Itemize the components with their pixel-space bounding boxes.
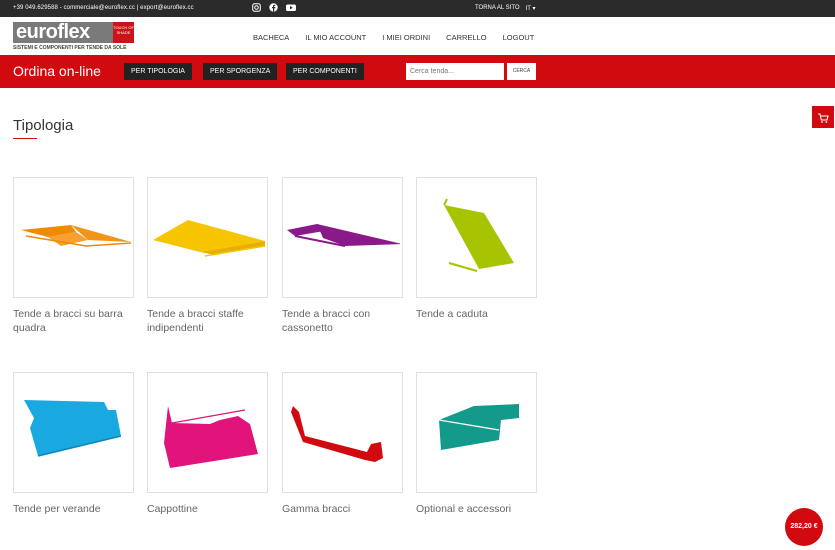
instagram-icon[interactable]	[252, 3, 261, 12]
accessories-illustration	[438, 403, 519, 450]
logo-wordmark: euroflex	[13, 22, 113, 43]
category-label[interactable]: Tende a caduta	[416, 307, 537, 321]
category-card[interactable]: Cappottine	[147, 372, 268, 516]
logo-tagline: SISTEMI E COMPONENTI PER TENDE DA SOLE	[13, 45, 127, 51]
category-image[interactable]	[13, 372, 134, 493]
nav-logout[interactable]: LOGOUT	[503, 33, 535, 42]
header: euroflex TOUCH OF SHADE SISTEMI E COMPON…	[0, 17, 835, 55]
top-bar: +39 049.629588 - commerciale@euroflex.cc…	[0, 0, 835, 17]
category-card[interactable]: Tende a bracci staffe indipendenti	[147, 177, 268, 335]
category-image[interactable]	[13, 177, 134, 298]
youtube-icon[interactable]	[286, 3, 296, 12]
awning-bar-illustration	[21, 224, 131, 247]
category-label[interactable]: Cappottine	[147, 502, 268, 516]
main-nav: BACHECA IL MIO ACCOUNT I MIEI ORDINI CAR…	[253, 33, 550, 42]
drop-awning-illustration	[443, 198, 514, 272]
social-links	[252, 3, 296, 12]
order-bar: Ordina on-line PER TIPOLOGIA PER SPORGEN…	[0, 55, 835, 88]
category-label[interactable]: Tende per verande	[13, 502, 134, 516]
category-image[interactable]	[282, 372, 403, 493]
canopy-illustration	[164, 405, 258, 468]
nav-cart[interactable]: CARRELLO	[446, 33, 486, 42]
by-projection-button[interactable]: PER SPORGENZA	[203, 63, 278, 80]
top-right-links: TORNA AL SITO IT ▾	[475, 5, 535, 12]
search-input[interactable]	[406, 63, 504, 80]
category-label[interactable]: Gamma bracci	[282, 502, 403, 516]
by-components-button[interactable]: PER COMPONENTI	[286, 63, 364, 80]
veranda-awning-illustration	[24, 399, 122, 457]
category-label[interactable]: Optional e accessori	[416, 502, 537, 516]
title-underline	[13, 138, 37, 139]
category-image[interactable]	[147, 372, 268, 493]
category-image[interactable]	[147, 177, 268, 298]
order-online-title: Ordina on-line	[13, 63, 101, 79]
arms-range-illustration	[291, 405, 383, 462]
nav-my-orders[interactable]: I MIEI ORDINI	[382, 33, 430, 42]
cart-icon	[817, 111, 829, 129]
awning-brackets-illustration	[153, 219, 265, 257]
category-label[interactable]: Tende a bracci staffe indipendenti	[147, 307, 268, 335]
category-label[interactable]: Tende a bracci su barra quadra	[13, 307, 134, 335]
search-button[interactable]: CERCA	[507, 63, 536, 80]
contact-info: +39 049.629588 - commerciale@euroflex.cc…	[13, 5, 194, 11]
category-card[interactable]: Optional e accessori	[416, 372, 537, 516]
logo[interactable]: euroflex TOUCH OF SHADE SISTEMI E COMPON…	[13, 22, 135, 51]
category-card[interactable]: Tende per verande	[13, 372, 134, 516]
logo-badge: TOUCH OF SHADE	[113, 22, 134, 43]
nav-bacheca[interactable]: BACHECA	[253, 33, 289, 42]
category-image[interactable]	[416, 372, 537, 493]
back-to-site-link[interactable]: TORNA AL SITO	[475, 5, 520, 12]
category-label[interactable]: Tende a bracci con cassonetto	[282, 307, 403, 335]
cart-total-badge[interactable]: 282,20 €	[785, 508, 823, 546]
language-selector[interactable]: IT ▾	[526, 5, 536, 12]
awning-cassette-illustration	[287, 223, 400, 247]
category-card[interactable]: Tende a caduta	[416, 177, 537, 321]
category-image[interactable]	[416, 177, 537, 298]
by-type-button[interactable]: PER TIPOLOGIA	[124, 63, 192, 80]
category-card[interactable]: Tende a bracci su barra quadra	[13, 177, 134, 335]
category-image[interactable]	[282, 177, 403, 298]
category-card[interactable]: Gamma bracci	[282, 372, 403, 516]
facebook-icon[interactable]	[269, 3, 278, 12]
nav-my-account[interactable]: IL MIO ACCOUNT	[305, 33, 366, 42]
section-title: Tipologia	[13, 117, 74, 134]
category-card[interactable]: Tende a bracci con cassonetto	[282, 177, 403, 335]
side-cart-button[interactable]	[812, 106, 834, 128]
